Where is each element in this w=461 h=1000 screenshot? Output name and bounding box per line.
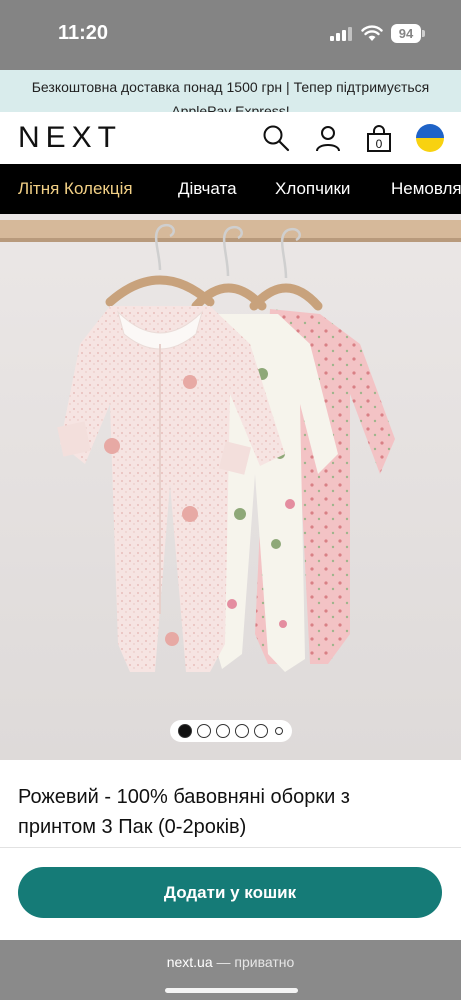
nav-babies[interactable]: Немовлята [391,179,461,199]
next-logo[interactable]: NEXT [18,121,122,155]
account-icon[interactable] [314,124,342,152]
private-mode-label: приватно [234,954,295,970]
promo-banner[interactable]: Безкоштовна доставка понад 1500 грн | Те… [0,70,461,112]
product-title: Рожевий - 100% бавовняні оборки з принто… [18,786,350,838]
nav-summer-collection[interactable]: Літня Колекція [18,179,133,199]
bag-icon[interactable]: 0 [365,124,393,152]
ukraine-flag-icon[interactable] [416,124,444,152]
site-header: NEXT 0 [0,112,461,164]
domain-text: next.ua [166,954,213,970]
nav-boys[interactable]: Хлопчики [275,179,350,199]
category-nav: Літня Колекція Дівчата Хлопчики Немовлят… [0,164,461,214]
gallery-dot[interactable] [197,724,211,738]
battery-tip [422,30,425,37]
search-icon[interactable] [262,124,290,152]
browser-bar: next.ua — приватно [0,940,461,1000]
gallery-dot[interactable] [275,727,283,735]
gallery-dot[interactable] [216,724,230,738]
status-bar: 11:20 94 [0,0,461,70]
nav-girls[interactable]: Дівчата [178,179,237,199]
battery-level: 94 [398,26,414,41]
promo-text: Безкоштовна доставка понад 1500 грн | Те… [31,79,430,112]
gallery-dot[interactable] [178,724,192,738]
gallery-dot[interactable] [254,724,268,738]
cellular-signal-icon [330,27,352,41]
address-bar[interactable]: next.ua — приватно [0,954,461,970]
add-to-bag-button[interactable]: Додати у кошик [18,867,442,918]
wifi-icon [361,25,383,41]
home-indicator[interactable] [165,988,298,993]
product-image[interactable] [0,214,461,760]
url-separator: — [212,954,235,970]
sleepsuits-illustration [0,214,461,760]
gallery-dot[interactable] [235,724,249,738]
cta-area: Додати у кошик [0,848,461,940]
clock: 11:20 [58,22,109,44]
battery-icon: 94 [391,24,421,43]
gallery-pagination [170,720,292,742]
product-info: Рожевий - 100% бавовняні оборки з принто… [0,760,461,848]
bag-count: 0 [376,137,383,151]
